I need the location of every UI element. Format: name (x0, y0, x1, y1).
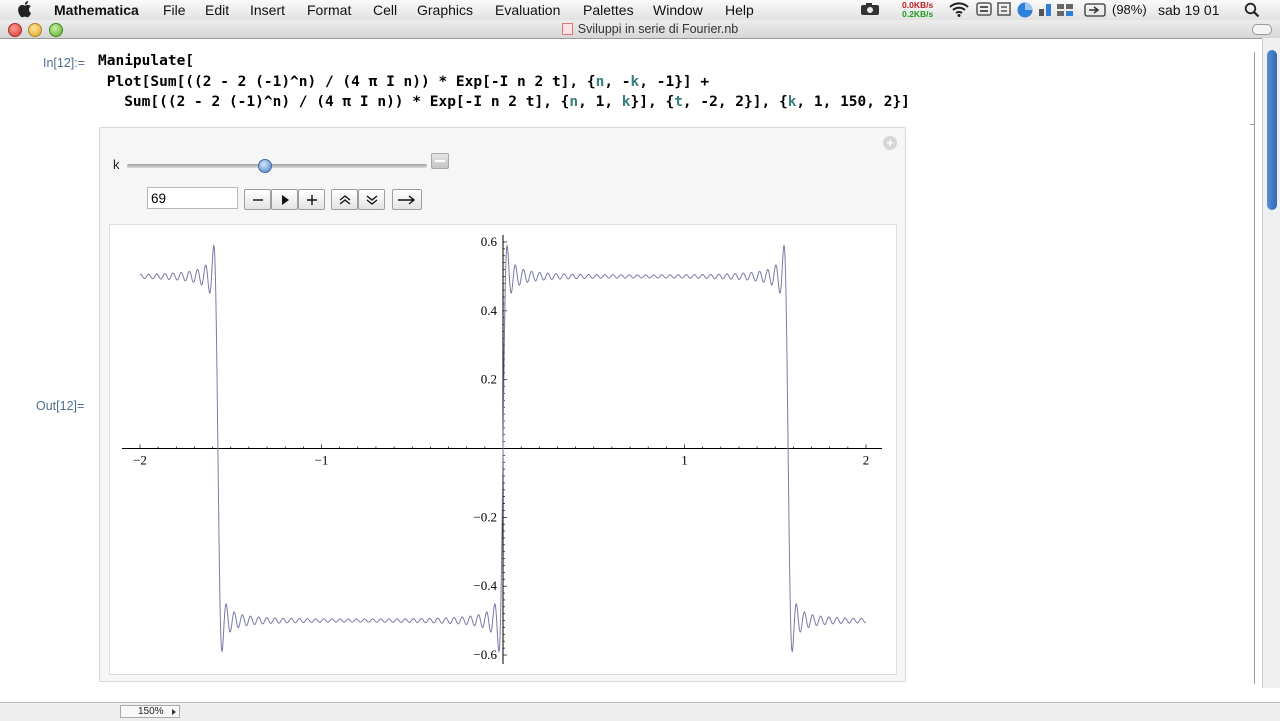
slider-thumb[interactable] (258, 159, 272, 173)
input-cell-code[interactable]: Manipulate[ Plot[Sum[((2 - 2 (-1)^n) / (… (98, 51, 910, 113)
y-tick-label: −0.4 (473, 578, 497, 593)
document-icon (561, 23, 573, 35)
code-fragment: }], { (630, 94, 675, 110)
minus-icon (252, 199, 263, 201)
animation-direction-button[interactable] (392, 189, 422, 210)
zoom-level: 150% (138, 706, 164, 717)
y-tick-label: 0.2 (481, 372, 497, 387)
input-cell-label: In[12]:= (43, 56, 86, 70)
y-tick-label: 0.4 (481, 303, 498, 318)
menu-edit[interactable]: Edit (205, 1, 229, 19)
wifi-icon[interactable] (948, 1, 970, 21)
double-chevron-down-icon (366, 195, 377, 205)
menu-insert[interactable]: Insert (250, 1, 285, 19)
y-tick-label: 0.6 (481, 234, 498, 249)
apple-menu-icon[interactable] (18, 0, 34, 22)
play-button[interactable] (271, 189, 298, 210)
menu-evaluation[interactable]: Evaluation (495, 1, 560, 19)
plot-frame: −2 −1 1 2 0.6 0.4 0.2 −0.2 −0.4 −0.6 (109, 224, 897, 675)
window-titlebar: Sviluppi in serie di Fourier.nb (0, 20, 1280, 39)
vertical-scroll-thumb[interactable] (1267, 50, 1277, 210)
faster-button[interactable] (331, 189, 358, 210)
slider-track (127, 164, 427, 168)
toolbar-toggle-button[interactable] (1252, 24, 1272, 35)
code-fragment: , - (604, 73, 631, 90)
code-line-2: Plot[Sum[((2 - 2 (-1)^n) / (4 π I n)) * … (98, 74, 709, 90)
menu-window[interactable]: Window (653, 1, 703, 19)
status-icon-b[interactable] (996, 2, 1012, 20)
app-menu[interactable]: Mathematica (54, 1, 139, 19)
battery-percentage[interactable]: (98%) (1112, 1, 1147, 19)
y-tick-label: −0.6 (473, 647, 497, 662)
play-icon (281, 195, 289, 205)
code-fragment: , 1, 150, 2}] (796, 94, 910, 110)
spotlight-search-icon[interactable] (1244, 2, 1260, 22)
minus-icon (435, 160, 445, 162)
code-fragment: , 1, (578, 94, 622, 110)
panel-options-icon[interactable]: + (883, 136, 897, 150)
plus-icon (306, 195, 317, 205)
net-download-rate: 0.2KB/s (902, 9, 934, 19)
output-cell-label: Out[12]= (36, 399, 85, 413)
menu-graphics[interactable]: Graphics (417, 1, 473, 19)
code-fragment: , -1}] + (639, 73, 710, 90)
menubar-clock[interactable]: sab 19 01 (1158, 1, 1220, 19)
code-variable-n: n (569, 94, 579, 110)
menu-cell[interactable]: Cell (373, 1, 397, 19)
window-title: Sviluppi in serie di Fourier.nb (577, 22, 739, 36)
status-icon-d[interactable] (1056, 3, 1074, 21)
zoom-control[interactable]: 150% (120, 705, 180, 718)
camera-icon[interactable] (860, 2, 880, 20)
x-tick-label: −1 (315, 453, 329, 468)
arrow-right-icon (398, 195, 416, 205)
increment-button[interactable] (298, 189, 325, 210)
collapse-controls-button[interactable] (431, 153, 449, 169)
status-icon-a[interactable] (976, 2, 992, 20)
y-tick-label: −0.2 (473, 509, 497, 524)
code-line-3: Sum[((2 - 2 (-1)^n) / (4 π I n)) * Exp[-… (98, 94, 910, 110)
manipulate-panel: + k −2 −1 1 2 0.6 0.4 0.2 −0.2 −0.4 −0.6 (99, 127, 906, 682)
vertical-scrollbar[interactable] (1262, 38, 1280, 688)
menu-file[interactable]: File (163, 1, 186, 19)
code-line-1: Manipulate[ (98, 53, 195, 69)
menu-palettes[interactable]: Palettes (583, 1, 634, 19)
cell-bracket[interactable] (1248, 52, 1255, 684)
code-fragment: Sum[((2 - 2 (-1)^n) / (4 π I n)) * Exp[-… (98, 94, 570, 110)
code-fragment: , -2, 2}], { (682, 94, 788, 110)
x-tick-label: −2 (133, 453, 147, 468)
x-tick-label: 1 (681, 453, 688, 468)
code-variable-t: t (674, 94, 683, 110)
code-variable-k: k (621, 94, 631, 110)
double-chevron-up-icon (339, 195, 350, 205)
fourier-series-plot[interactable]: −2 −1 1 2 0.6 0.4 0.2 −0.2 −0.4 −0.6 (110, 225, 896, 674)
horizontal-scrollbar[interactable]: 150% (0, 702, 1280, 721)
menu-bar: Mathematica File Edit Insert Format Cell… (0, 0, 1280, 21)
code-variable-k: k (630, 73, 640, 90)
status-icon-c[interactable] (1038, 3, 1052, 21)
menu-format[interactable]: Format (307, 1, 351, 19)
zoom-dropdown-arrow-icon (172, 709, 176, 715)
x-tick-label: 2 (863, 453, 870, 468)
input-source-icon[interactable] (1084, 3, 1106, 21)
slower-button[interactable] (358, 189, 385, 210)
decrement-button[interactable] (244, 189, 271, 210)
slider-label-k: k (113, 157, 120, 172)
k-slider[interactable] (127, 159, 427, 173)
k-value-field[interactable] (147, 187, 238, 209)
cell-bracket[interactable] (1250, 124, 1255, 133)
menu-help[interactable]: Help (725, 1, 754, 19)
code-fragment: Plot[Sum[((2 - 2 (-1)^n) / (4 π I n)) * … (98, 73, 596, 90)
